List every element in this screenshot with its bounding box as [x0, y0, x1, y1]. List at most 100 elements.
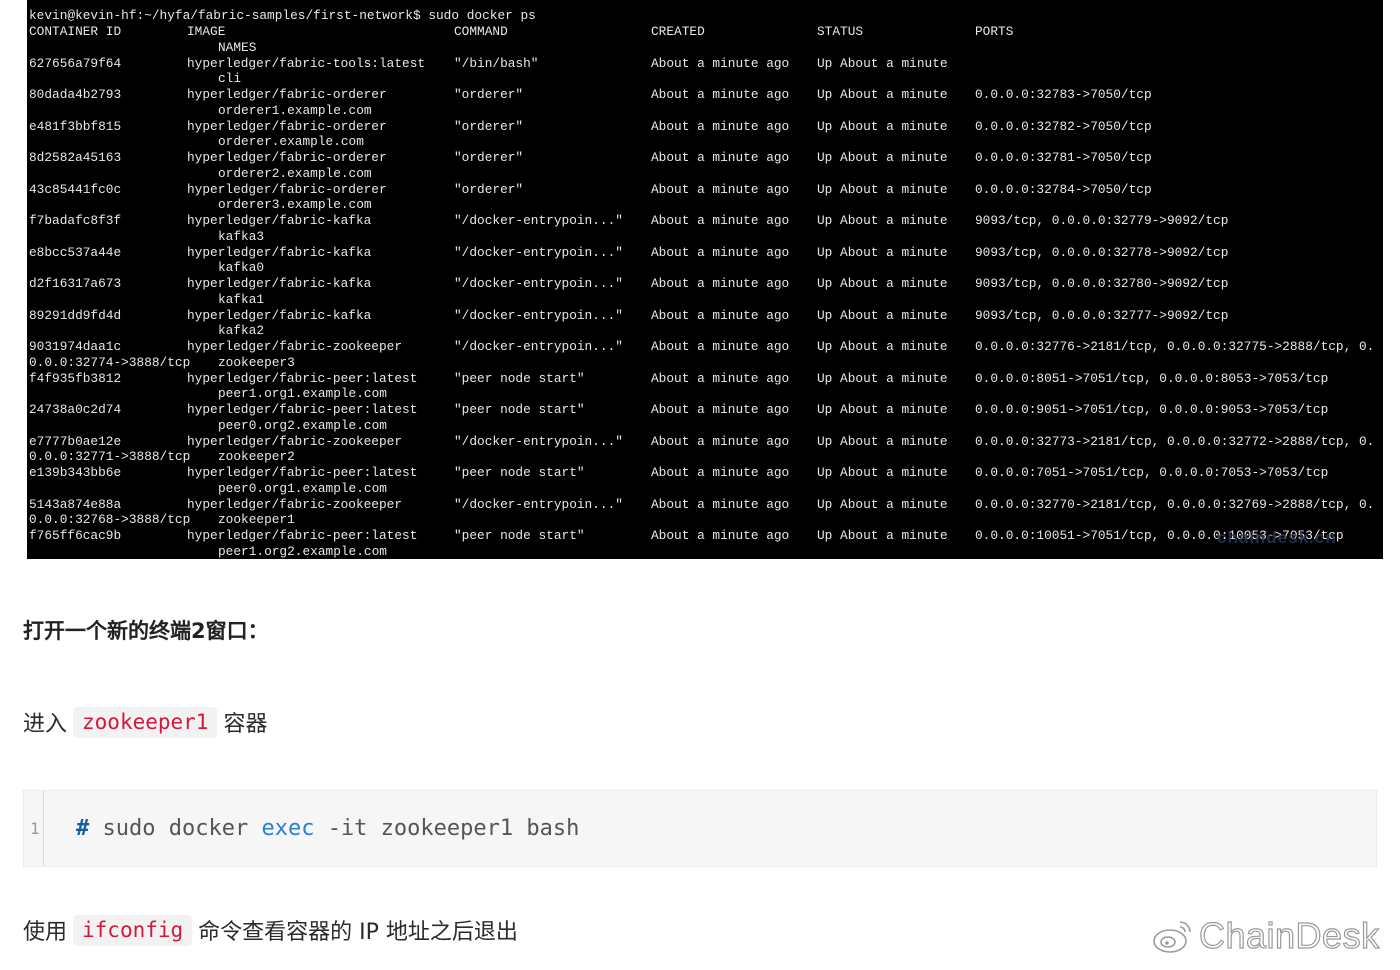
- row-image: hyperledger/fabric-orderer: [187, 118, 387, 134]
- row-image: hyperledger/fabric-orderer: [187, 87, 387, 102]
- row-command: "orderer": [454, 181, 524, 197]
- header-container-id: CONTAINER ID: [29, 24, 122, 39]
- row-created: About a minute ago: [651, 55, 790, 71]
- row-container-id: 9031974daa1c: [29, 339, 122, 354]
- row-image: hyperledger/fabric-peer:latest: [187, 528, 418, 543]
- row-image: hyperledger/fabric-zookeeper: [187, 339, 403, 354]
- row-container-id: 24738a0c2d74: [29, 402, 122, 417]
- row-name: orderer2.example.com: [218, 165, 372, 181]
- code-text: sudo docker: [102, 816, 249, 841]
- row-image: hyperledger/fabric-kafka: [187, 244, 372, 260]
- row-status: Up About a minute: [817, 465, 948, 480]
- row-created: About a minute ago: [651, 244, 790, 260]
- row-image: hyperledger/fabric-zookeeper: [187, 433, 403, 449]
- row-name: peer0.org1.example.com: [218, 480, 387, 496]
- row-command: "/bin/bash": [454, 55, 539, 71]
- line-gutter: 1: [24, 791, 44, 866]
- row-status: Up About a minute: [817, 276, 948, 291]
- row-created: About a minute ago: [651, 433, 790, 449]
- row-created: About a minute ago: [651, 118, 790, 134]
- row-container-id: e8bcc537a44e: [29, 244, 122, 260]
- row-name: cli: [218, 71, 242, 86]
- row-created: About a minute ago: [651, 307, 790, 323]
- row-container-id: 627656a79f64: [29, 55, 122, 71]
- row-ports: 0.0.0.0:8051->7051/tcp, 0.0.0.0:8053->70…: [975, 370, 1329, 386]
- row-status: Up About a minute: [817, 118, 948, 134]
- terminal-prompt: kevin@kevin-hf:~/hyfa/fabric-samples/fir…: [29, 8, 536, 23]
- row-image: hyperledger/fabric-peer:latest: [187, 370, 418, 386]
- row-command: "/docker-entrypoin...": [454, 496, 623, 512]
- header-status: STATUS: [817, 24, 864, 39]
- row-command: "/docker-entrypoin...": [454, 339, 623, 354]
- row-ports: 0.0.0.0:32783->7050/tcp: [975, 87, 1152, 102]
- row-created: About a minute ago: [651, 402, 790, 417]
- row-container-id: 5143a874e88a: [29, 496, 122, 512]
- row-name: orderer3.example.com: [218, 197, 372, 212]
- paragraph-text: 命令查看容器的 IP 地址之后退出: [198, 920, 518, 945]
- row-ports-wrap: 0.0.0:32771->3888/tcp: [29, 449, 191, 464]
- header-command: COMMAND: [454, 24, 508, 39]
- row-command: "peer node start": [454, 465, 585, 480]
- row-command: "orderer": [454, 87, 524, 102]
- row-created: About a minute ago: [651, 181, 790, 197]
- row-container-id: f7badafc8f3f: [29, 213, 122, 228]
- code-keyword: exec: [261, 816, 315, 841]
- row-container-id: e139b343bb6e: [29, 465, 122, 480]
- row-name: zookeeper1: [218, 512, 295, 527]
- weibo-icon: [1153, 921, 1191, 953]
- row-image: hyperledger/fabric-orderer: [187, 181, 387, 197]
- paragraph-ifconfig: 使用 ifconfig 命令查看容器的 IP 地址之后退出: [23, 914, 518, 946]
- row-created: About a minute ago: [651, 339, 790, 354]
- row-container-id: f4f935fb3812: [29, 370, 122, 386]
- row-ports-wrap: 0.0.0:32774->3888/tcp: [29, 354, 191, 370]
- row-container-id: 8d2582a45163: [29, 150, 122, 165]
- section-heading: 打开一个新的终端2窗口：: [23, 619, 269, 643]
- row-command: "/docker-entrypoin...": [454, 213, 623, 228]
- row-status: Up About a minute: [817, 402, 948, 417]
- row-command: "/docker-entrypoin...": [454, 433, 623, 449]
- row-name: peer1.org1.example.com: [218, 386, 387, 401]
- paragraph-text: 容器: [223, 712, 268, 737]
- row-ports: 0.0.0.0:32773->2181/tcp, 0.0.0.0:32772->…: [975, 433, 1375, 449]
- row-ports: 0.0.0.0:32776->2181/tcp, 0.0.0.0:32775->…: [975, 339, 1375, 354]
- row-name: kafka3: [218, 228, 265, 244]
- row-created: About a minute ago: [651, 87, 790, 102]
- row-status: Up About a minute: [817, 150, 948, 165]
- row-status: Up About a minute: [817, 55, 948, 71]
- code-line: # sudo docker exec -it zookeeper1 bash: [76, 816, 579, 841]
- inline-code: ifconfig: [73, 914, 193, 946]
- header-created: CREATED: [651, 24, 705, 39]
- row-command: "orderer": [454, 118, 524, 134]
- row-status: Up About a minute: [817, 339, 948, 354]
- paragraph-text: 进入: [23, 712, 68, 737]
- row-image: hyperledger/fabric-peer:latest: [187, 465, 418, 480]
- header-ports: PORTS: [975, 24, 1014, 39]
- row-status: Up About a minute: [817, 370, 948, 386]
- row-image: hyperledger/fabric-kafka: [187, 276, 372, 291]
- row-ports: 9093/tcp, 0.0.0.0:32777->9092/tcp: [975, 307, 1229, 323]
- row-command: "/docker-entrypoin...": [454, 244, 623, 260]
- row-ports: 0.0.0.0:32781->7050/tcp: [975, 150, 1152, 165]
- row-ports: 9093/tcp, 0.0.0.0:32780->9092/tcp: [975, 276, 1229, 291]
- row-name: orderer1.example.com: [218, 102, 372, 118]
- row-container-id: e7777b0ae12e: [29, 433, 122, 449]
- row-status: Up About a minute: [817, 181, 948, 197]
- row-name: kafka1: [218, 291, 265, 307]
- row-container-id: 89291dd9fd4d: [29, 307, 122, 323]
- row-ports: 9093/tcp, 0.0.0.0:32778->9092/tcp: [975, 244, 1229, 260]
- row-created: About a minute ago: [651, 150, 790, 165]
- row-status: Up About a minute: [817, 528, 948, 543]
- brand-name: ChainDesk: [1198, 914, 1380, 956]
- row-created: About a minute ago: [651, 496, 790, 512]
- paragraph-text: 使用: [23, 920, 68, 945]
- row-command: "peer node start": [454, 528, 585, 543]
- row-image: hyperledger/fabric-zookeeper: [187, 496, 403, 512]
- row-name: zookeeper3: [218, 354, 295, 370]
- line-number: 1: [30, 819, 40, 838]
- row-container-id: d2f16317a673: [29, 276, 122, 291]
- row-created: About a minute ago: [651, 528, 790, 543]
- header-image: IMAGE: [187, 24, 226, 39]
- row-command: "peer node start": [454, 402, 585, 417]
- paragraph-enter-container: 进入 zookeeper1 容器: [23, 706, 267, 738]
- row-status: Up About a minute: [817, 213, 948, 228]
